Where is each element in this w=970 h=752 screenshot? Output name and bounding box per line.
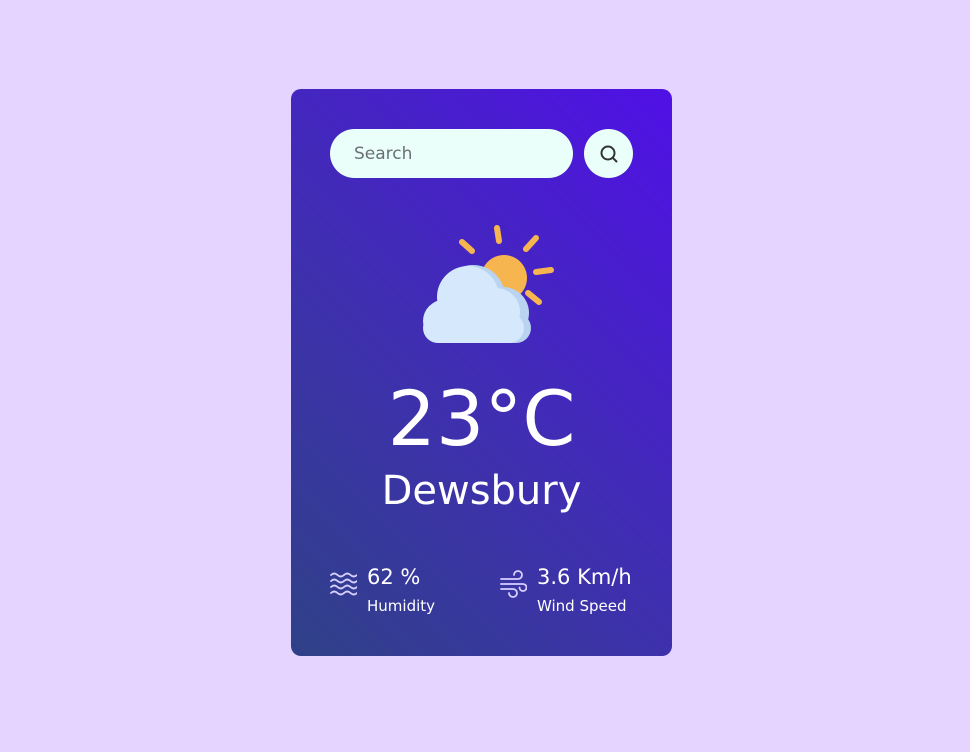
partly-cloudy-icon [406,221,561,350]
humidity-value: 62 % [367,565,421,589]
humidity-icon [329,570,358,602]
temperature: 23°C [387,374,576,463]
wind-value: 3.6 Km/h [537,565,632,589]
weather-card: 23°C Dewsbury 62 % Humidity 3.6 Km/h [291,89,672,656]
humidity-label: Humidity [367,597,436,615]
search-input[interactable] [330,129,573,178]
wind-stat: 3.6 Km/h Wind Speed [499,564,632,616]
humidity-stat: 62 % Humidity [329,564,435,616]
wind-icon [499,570,528,602]
search-button[interactable] [584,129,633,178]
city-name: Dewsbury [381,468,582,514]
search-icon [600,145,617,162]
wind-label: Wind Speed [537,597,627,615]
